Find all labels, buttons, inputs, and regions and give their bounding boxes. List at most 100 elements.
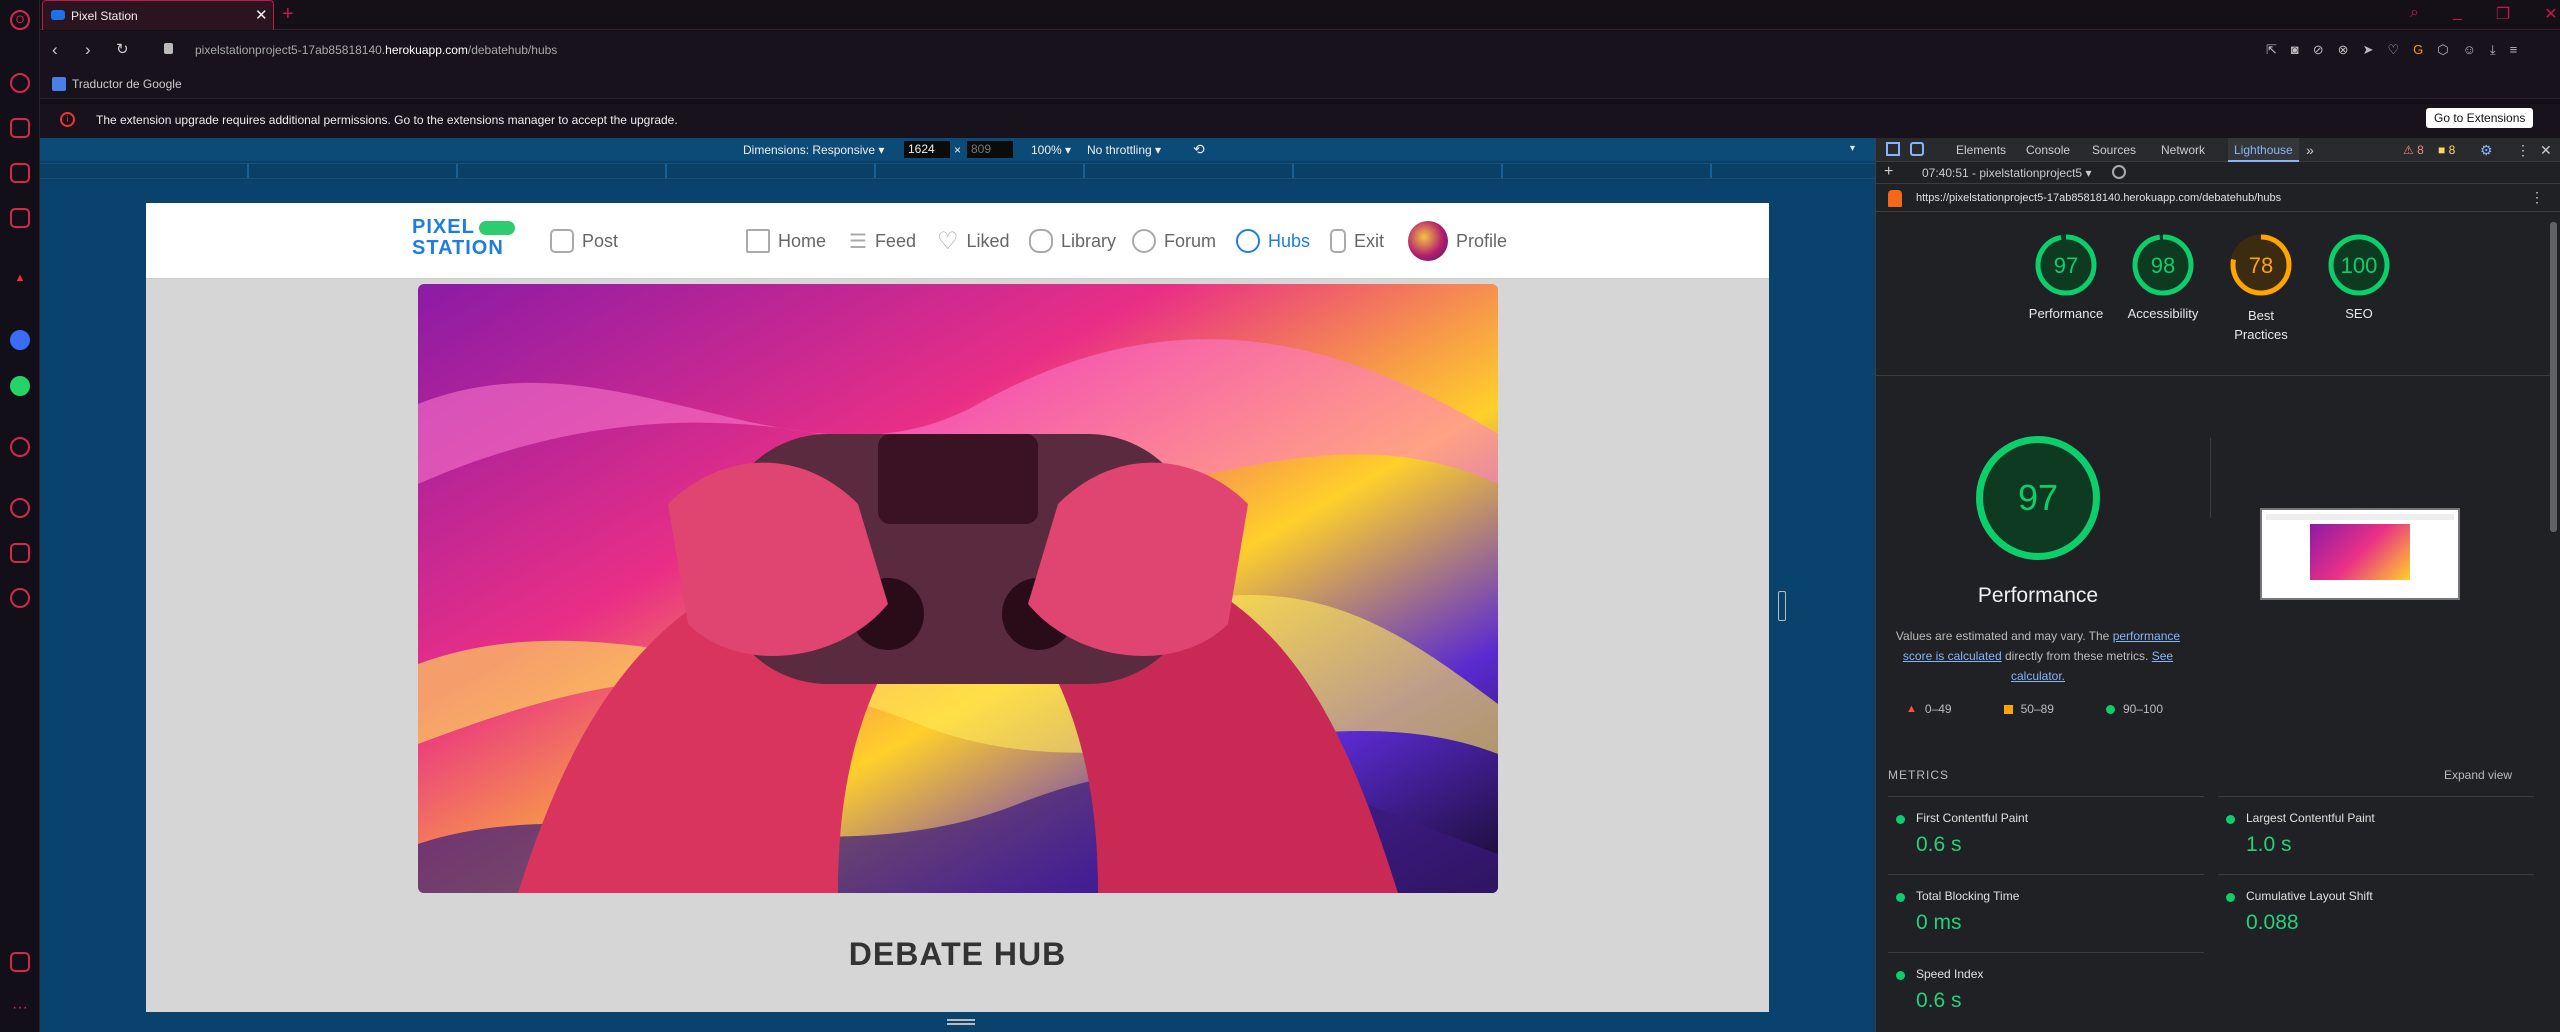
messenger-icon[interactable] bbox=[10, 330, 30, 350]
go-to-extensions-button[interactable]: Go to Extensions bbox=[2426, 108, 2534, 128]
tab-network[interactable]: Network bbox=[2161, 138, 2205, 162]
tab-lighthouse[interactable]: Lighthouse bbox=[2228, 138, 2299, 162]
errors-badge[interactable]: ■ 8 bbox=[2438, 138, 2455, 162]
dimensions-dropdown[interactable]: Dimensions: Responsive ▾ bbox=[743, 143, 884, 157]
more-tabs-icon[interactable]: » bbox=[2306, 138, 2314, 162]
heart-icon: ♡ bbox=[937, 227, 959, 255]
whatsapp-icon[interactable] bbox=[10, 376, 30, 396]
download-icon[interactable]: ⤓ bbox=[2490, 42, 2496, 58]
bookmark-traductor[interactable]: Traductor de Google bbox=[52, 77, 182, 91]
aria-icon[interactable]: ▲ bbox=[10, 270, 30, 290]
opera-logo-icon[interactable]: O bbox=[10, 10, 30, 30]
triangle-icon: ▲ bbox=[1906, 703, 1917, 715]
resize-handle-right[interactable] bbox=[1778, 591, 1786, 621]
tab-console[interactable]: Console bbox=[2026, 138, 2070, 162]
report-menu-icon[interactable]: ⋮ bbox=[2530, 189, 2544, 206]
nav-exit[interactable]: Exit bbox=[1330, 227, 1384, 255]
account-icon[interactable]: ☺ bbox=[2463, 42, 2476, 58]
restore-icon[interactable]: ❐ bbox=[2496, 4, 2510, 26]
gallery-icon[interactable] bbox=[10, 952, 30, 972]
rotate-icon[interactable]: ⟲ bbox=[1193, 141, 1205, 158]
warnings-badge[interactable]: ⚠ 8 bbox=[2403, 138, 2424, 162]
forward-icon[interactable]: › bbox=[85, 40, 91, 60]
history-icon[interactable] bbox=[10, 498, 30, 518]
zoom-dropdown[interactable]: 100% ▾ bbox=[1031, 143, 1071, 157]
speed-dial-icon[interactable] bbox=[10, 73, 30, 93]
metric-item: Speed Index 0.6 s bbox=[1888, 952, 2204, 1030]
score-legend: ▲ 0–49 50–89 90–100 bbox=[1906, 702, 2163, 716]
page-screenshot-thumbnail[interactable] bbox=[2260, 508, 2460, 600]
home-icon bbox=[746, 229, 770, 253]
vpn-icon[interactable]: ⊗ bbox=[2338, 42, 2349, 58]
box-icon[interactable]: ⬡ bbox=[2437, 42, 2448, 58]
devtools-menu-icon[interactable]: ⋮ bbox=[2516, 138, 2530, 162]
nav-library-label: Library bbox=[1061, 230, 1117, 251]
expand-view-link[interactable]: Expand view bbox=[2444, 768, 2512, 782]
report-url[interactable]: https://pixelstationproject5-17ab8581814… bbox=[1916, 192, 2281, 204]
score-value: 78 bbox=[2248, 253, 2274, 278]
nav-feed[interactable]: ☰ Feed bbox=[849, 227, 916, 255]
nav-profile-label: Profile bbox=[1456, 230, 1508, 251]
settings-gear-icon[interactable]: ⚙ bbox=[2480, 138, 2493, 162]
desc-text-1: Values are estimated and may vary. The bbox=[1895, 629, 2110, 643]
nav-profile[interactable]: Profile bbox=[1408, 221, 1507, 261]
site-navbar: PIXEL STATION Post Home ☰ Feed ♡ Liked Lib… bbox=[146, 203, 1769, 279]
send-icon[interactable]: ➤ bbox=[2363, 42, 2374, 58]
nav-library[interactable]: Library bbox=[1029, 227, 1116, 255]
extension-g-icon[interactable]: G bbox=[2413, 42, 2423, 58]
instagram-icon[interactable] bbox=[10, 208, 30, 228]
new-tab-icon[interactable]: + bbox=[282, 3, 294, 26]
clear-icon[interactable] bbox=[2112, 165, 2126, 179]
nav-post[interactable]: Post bbox=[550, 227, 618, 255]
scrollbar[interactable] bbox=[2550, 222, 2557, 532]
menu-icon[interactable]: ≡ bbox=[2510, 42, 2518, 58]
extensions-icon[interactable] bbox=[10, 543, 30, 563]
height-input[interactable]: 809 bbox=[967, 141, 1013, 158]
throttling-dropdown[interactable]: No throttling ▾ bbox=[1087, 143, 1161, 157]
window-close-icon[interactable]: ✕ bbox=[2544, 4, 2557, 26]
tab-pixel-station[interactable]: Pixel Station ✕ bbox=[42, 0, 274, 30]
site-logo[interactable]: PIXEL STATION bbox=[412, 217, 515, 259]
player-icon[interactable] bbox=[10, 437, 30, 457]
url-field[interactable]: pixelstationproject5-17ab85818140.heroku… bbox=[195, 43, 557, 57]
nav-home[interactable]: Home bbox=[746, 227, 826, 255]
devtools-close-icon[interactable]: ✕ bbox=[2540, 138, 2552, 162]
share-icon[interactable]: ⇱ bbox=[2266, 42, 2277, 58]
ruler-segments bbox=[40, 163, 1875, 179]
device-options-icon[interactable]: ▾ bbox=[1850, 143, 1855, 154]
twitch-icon[interactable] bbox=[10, 163, 30, 183]
resize-handle-bottom[interactable] bbox=[947, 1019, 975, 1025]
minimize-icon[interactable]: _ bbox=[2453, 4, 2462, 26]
heart-icon[interactable]: ♡ bbox=[2387, 42, 2399, 58]
devtools-tabbar: Elements Console Sources Network Lightho… bbox=[1876, 138, 2560, 162]
back-icon[interactable]: ‹ bbox=[52, 40, 58, 60]
tab-elements[interactable]: Elements bbox=[1956, 138, 2006, 162]
pass-circle-icon bbox=[1896, 893, 1905, 902]
thumbnail-hero bbox=[2310, 524, 2410, 580]
metric-item: Largest Contentful Paint 1.0 s bbox=[2218, 796, 2534, 874]
search-tabs-icon[interactable]: ⌕ bbox=[2410, 4, 2419, 26]
chat-icon bbox=[1132, 229, 1156, 253]
nav-liked[interactable]: ♡ Liked bbox=[937, 227, 1010, 255]
inspect-icon[interactable] bbox=[1886, 142, 1900, 156]
adblock-icon[interactable]: ⊘ bbox=[2313, 42, 2324, 58]
report-selector[interactable]: 07:40:51 - pixelstationproject5 ▾ bbox=[1922, 166, 2091, 180]
media-query-ruler bbox=[40, 161, 1875, 181]
nav-hubs[interactable]: Hubs bbox=[1236, 227, 1310, 255]
close-icon[interactable]: ✕ bbox=[255, 6, 268, 24]
hero-image bbox=[418, 284, 1498, 893]
settings-icon[interactable] bbox=[10, 588, 30, 608]
width-input[interactable]: 1624 bbox=[904, 141, 950, 158]
performance-gauge-large[interactable]: 97 bbox=[1976, 436, 2100, 560]
more-icon[interactable]: ··· bbox=[10, 1000, 30, 1020]
tab-sources[interactable]: Sources bbox=[2092, 138, 2136, 162]
wallet-icon[interactable] bbox=[10, 118, 30, 138]
reload-icon[interactable]: ↻ bbox=[116, 40, 129, 58]
camera-icon[interactable]: ◙ bbox=[2291, 42, 2299, 58]
url-prefix: pixelstationproject5-17ab85818140. bbox=[195, 43, 386, 57]
nav-forum[interactable]: Forum bbox=[1132, 227, 1216, 255]
device-toggle-icon[interactable] bbox=[1910, 142, 1924, 156]
metric-name: Largest Contentful Paint bbox=[2246, 811, 2375, 825]
new-report-icon[interactable]: + bbox=[1884, 163, 1893, 181]
score-gauges: 97 Performance 98 Accessibility 78 Best Pract… bbox=[1876, 212, 2551, 376]
